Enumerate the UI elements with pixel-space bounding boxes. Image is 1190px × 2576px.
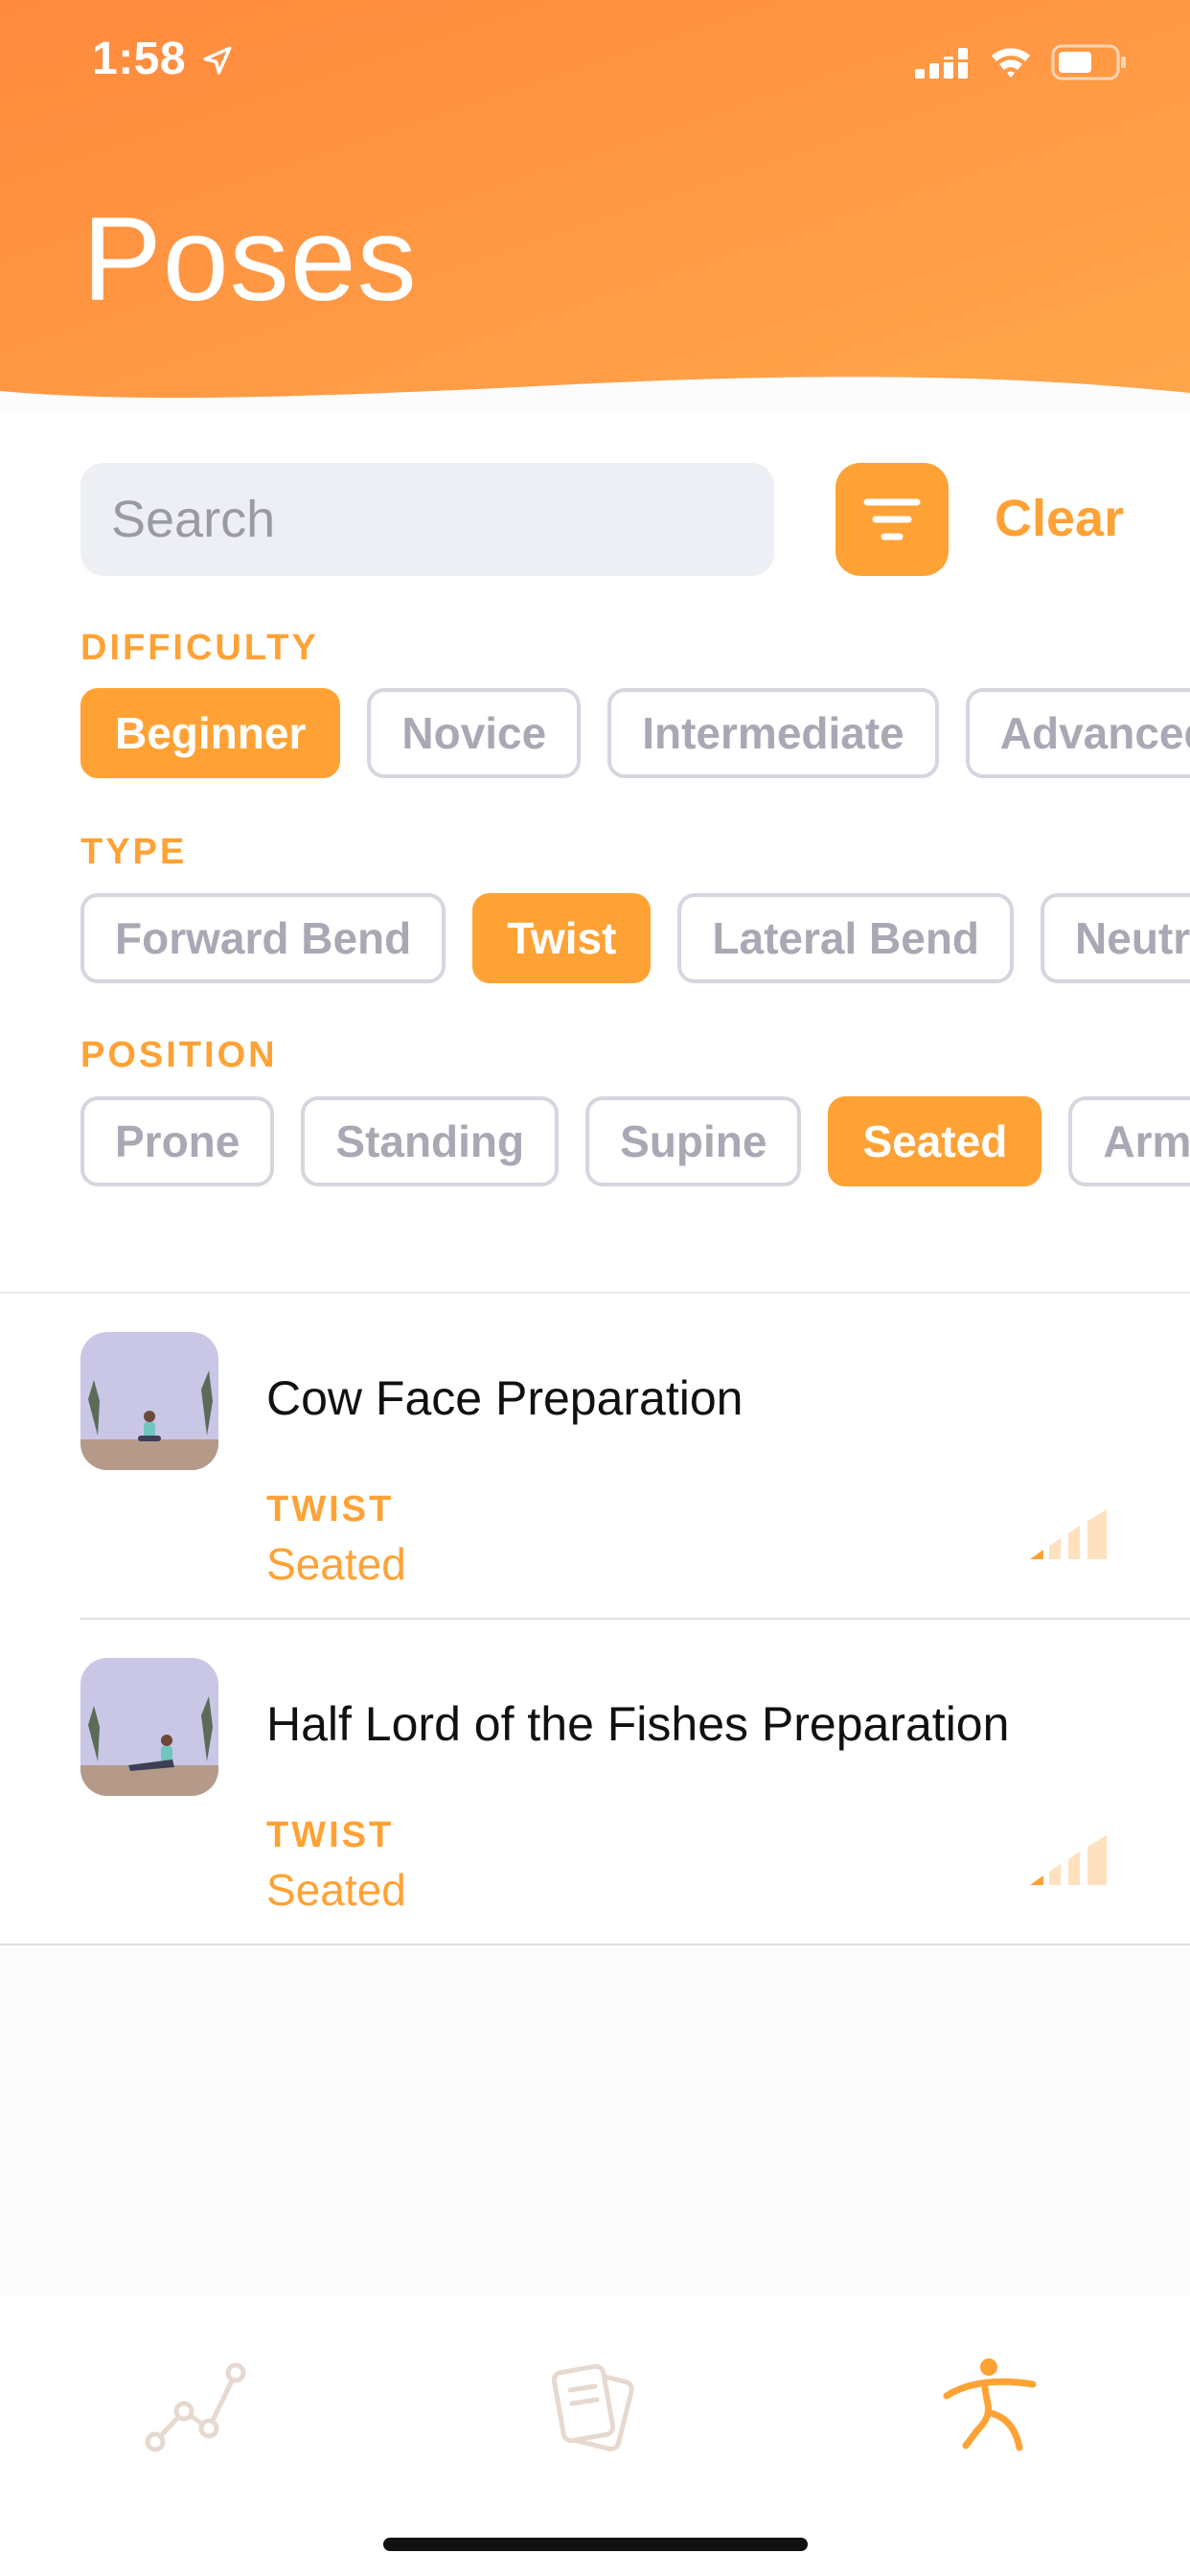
chip-difficulty-beginner[interactable]: Beginner — [80, 688, 341, 778]
chip-position-supine[interactable]: Supine — [585, 1096, 802, 1186]
poses-screen: 1:58 Poses Search Clear DIFFICULTY Begin… — [0, 0, 1190, 2576]
chip-difficulty-novice[interactable]: Novice — [367, 688, 582, 778]
position-label: POSITION — [80, 1035, 278, 1075]
type-chips: Forward Bend Twist Lateral Bend Neutral — [80, 893, 1190, 983]
home-indicator — [383, 2538, 808, 2551]
chip-type-neutral[interactable]: Neutral — [1041, 893, 1190, 983]
header: 1:58 Poses — [0, 0, 1190, 412]
pose-position: Seated — [266, 1539, 406, 1589]
pose-type: TWIST — [266, 1489, 395, 1530]
position-chips: Prone Standing Supine Seated Arm — [80, 1096, 1190, 1186]
chip-type-lateral-bend[interactable]: Lateral Bend — [677, 893, 1015, 983]
difficulty-level-icon — [1030, 1835, 1107, 1885]
type-label: TYPE — [80, 832, 188, 872]
pose-name: Cow Face Preparation — [266, 1371, 744, 1425]
sessions-cards-icon[interactable] — [541, 2354, 647, 2459]
battery-icon — [1051, 44, 1126, 80]
chip-difficulty-intermediate[interactable]: Intermediate — [607, 688, 939, 778]
location-arrow-icon — [203, 46, 232, 75]
pose-thumbnail — [80, 1658, 218, 1796]
chip-position-prone[interactable]: Prone — [80, 1096, 275, 1186]
chip-type-twist[interactable]: Twist — [472, 893, 652, 983]
filter-panel: Clear DIFFICULTY Beginner Novice Interme… — [0, 412, 1190, 1294]
chip-position-arm[interactable]: Arm — [1068, 1096, 1190, 1186]
chip-position-standing[interactable]: Standing — [301, 1096, 560, 1186]
page-title: Poses — [82, 194, 418, 326]
tab-bar — [0, 2296, 1190, 2576]
search-input[interactable] — [80, 463, 774, 576]
list-item[interactable]: Cow Face Preparation TWIST Seated — [0, 1294, 1190, 1620]
filter-button[interactable] — [835, 463, 949, 576]
pose-name: Half Lord of the Fishes Preparation — [266, 1697, 1010, 1751]
status-bar: 1:58 — [0, 0, 1190, 125]
clear-filters-button[interactable]: Clear — [995, 489, 1124, 548]
cellular-signal-icon — [915, 48, 968, 79]
progress-chart-icon[interactable] — [144, 2354, 249, 2459]
pose-position: Seated — [266, 1865, 406, 1915]
difficulty-chips: Beginner Novice Intermediate Advanced — [80, 688, 1190, 778]
chip-position-seated[interactable]: Seated — [828, 1096, 1042, 1186]
row-divider — [0, 1944, 1190, 1945]
poses-figure-icon[interactable] — [939, 2354, 1044, 2459]
wifi-icon — [992, 48, 1030, 78]
status-time: 1:58 — [92, 34, 187, 84]
pose-list: Cow Face Preparation TWIST Seated Half L… — [0, 1294, 1190, 1945]
list-item[interactable]: Half Lord of the Fishes Preparation TWIS… — [0, 1620, 1190, 1945]
chip-difficulty-advanced[interactable]: Advanced — [965, 688, 1190, 778]
pose-type: TWIST — [266, 1815, 395, 1855]
filter-lines-icon — [863, 498, 921, 540]
difficulty-label: DIFFICULTY — [80, 628, 319, 668]
difficulty-level-icon — [1030, 1509, 1107, 1559]
chip-type-forward-bend[interactable]: Forward Bend — [80, 893, 446, 983]
pose-thumbnail — [80, 1332, 218, 1470]
